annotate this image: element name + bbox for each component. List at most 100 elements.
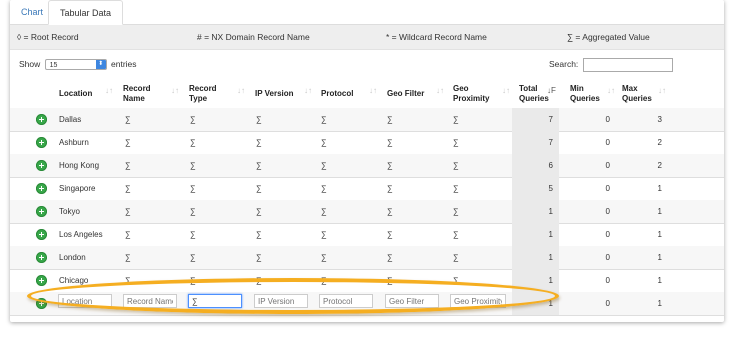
- cell-geo-filter: ∑: [387, 207, 393, 216]
- filter-geo-proximity-input[interactable]: [450, 294, 506, 308]
- filter-record-name-input[interactable]: [123, 294, 177, 308]
- entries-value: 15: [49, 62, 58, 70]
- report-panel: Chart Tabular Data ◊ = Root Record # = N…: [10, 0, 724, 322]
- cell-geo-proximity: ∑: [453, 276, 459, 285]
- cell-geo-filter: ∑: [387, 184, 393, 193]
- cell-location: Tokyo: [59, 207, 80, 216]
- col-label: Min Queries: [570, 84, 600, 103]
- plus-circle-icon[interactable]: [36, 275, 47, 286]
- cell-total-queries: 7: [512, 131, 559, 154]
- table-row: Los Angeles ∑ ∑ ∑ ∑ ∑ ∑ 1 0 1: [10, 223, 724, 247]
- cell-ip-version: ∑: [256, 138, 262, 147]
- cell-record-type: ∑: [190, 207, 196, 216]
- entries-select[interactable]: 15 ⬍: [44, 59, 107, 71]
- col-label: Max Queries: [622, 84, 652, 103]
- cell-record-name: ∑: [125, 184, 131, 193]
- col-header-geo-proximity[interactable]: Geo Proximity: [453, 79, 503, 108]
- plus-circle-icon[interactable]: [36, 183, 47, 194]
- cell-geo-proximity: ∑: [453, 161, 459, 170]
- show-label: Show: [19, 59, 41, 69]
- plus-circle-icon[interactable]: [36, 160, 47, 171]
- cell-total-queries: 1: [512, 246, 559, 269]
- sort-arrows-icon: ↓↑: [369, 86, 377, 95]
- cell-record-type: ∑: [190, 184, 196, 193]
- cell-record-name: ∑: [125, 161, 131, 170]
- cell-geo-filter: ∑: [387, 115, 393, 124]
- cell-record-type: ∑: [190, 115, 196, 124]
- col-label: Protocol: [321, 88, 354, 98]
- col-header-record-type[interactable]: Record Type: [189, 79, 231, 108]
- filter-geo-filter-input[interactable]: [385, 294, 439, 308]
- col-header-max-queries[interactable]: Max Queries: [622, 79, 662, 108]
- cell-geo-proximity: ∑: [453, 138, 459, 147]
- cell-record-name: ∑: [125, 115, 131, 124]
- plus-circle-icon[interactable]: [36, 206, 47, 217]
- search-input[interactable]: [582, 57, 673, 72]
- cell-ip-version: ∑: [256, 276, 262, 285]
- cell-total-queries: 1: [512, 269, 559, 292]
- col-header-record-name[interactable]: Record Name: [123, 79, 165, 108]
- entries-control: Show 15 ⬍ entries: [19, 57, 137, 71]
- sort-arrows-icon: ↓↑: [436, 86, 444, 95]
- cell-total-queries: 7: [512, 108, 559, 131]
- cell-ip-version: ∑: [256, 115, 262, 124]
- filter-ip-version-input[interactable]: [254, 294, 308, 308]
- cell-protocol: ∑: [321, 161, 327, 170]
- cell-record-name: ∑: [125, 253, 131, 262]
- filter-protocol-input[interactable]: [319, 294, 373, 308]
- plus-circle-icon[interactable]: [36, 137, 47, 148]
- table-row: Tokyo ∑ ∑ ∑ ∑ ∑ ∑ 1 0 1: [10, 200, 724, 224]
- sort-desc-icon: ↓F: [547, 86, 556, 95]
- chevron-updown-icon: ⬍: [95, 60, 106, 70]
- col-label: Record Type: [189, 84, 217, 103]
- plus-circle-icon[interactable]: [36, 229, 47, 240]
- cell-ip-version: ∑: [256, 184, 262, 193]
- search-label: Search:: [549, 59, 579, 69]
- plus-circle-icon[interactable]: [36, 252, 47, 263]
- legend-bar: ◊ = Root Record # = NX Domain Record Nam…: [10, 25, 724, 50]
- col-label: Geo Filter: [387, 88, 425, 98]
- col-header-min-queries[interactable]: Min Queries: [570, 79, 610, 108]
- legend-aggregated: ∑ = Aggregated Value: [567, 32, 650, 42]
- col-header-geo-filter[interactable]: Geo Filter: [387, 79, 443, 108]
- cell-protocol: ∑: [321, 230, 327, 239]
- tab-tabular-data[interactable]: Tabular Data: [48, 0, 124, 25]
- filter-location-input[interactable]: [58, 294, 112, 308]
- col-label: IP Version: [255, 88, 294, 98]
- plus-circle-icon[interactable]: [36, 114, 47, 125]
- column-filter-row: [10, 293, 724, 311]
- cell-geo-proximity: ∑: [453, 230, 459, 239]
- cell-geo-filter: ∑: [387, 253, 393, 262]
- cell-location: Hong Kong: [59, 161, 100, 170]
- cell-record-type: ∑: [190, 276, 196, 285]
- sort-arrows-icon: ↓↑: [171, 86, 179, 95]
- cell-total-queries: 5: [512, 177, 559, 200]
- sort-arrows-icon: ↓↑: [502, 86, 510, 95]
- cell-record-type: ∑: [190, 253, 196, 262]
- cell-max-queries: 1: [657, 276, 662, 285]
- table-row: Dallas ∑ ∑ ∑ ∑ ∑ ∑ 7 0 3: [10, 108, 724, 132]
- cell-record-type: ∑: [190, 230, 196, 239]
- cell-location: Ashburn: [59, 138, 89, 147]
- cell-total-queries: 6: [512, 154, 559, 177]
- cell-geo-filter: ∑: [387, 230, 393, 239]
- cell-ip-version: ∑: [256, 207, 262, 216]
- cell-record-name: ∑: [125, 230, 131, 239]
- cell-min-queries: 0: [605, 230, 610, 239]
- cell-total-queries: 1: [512, 200, 559, 223]
- legend-nx-domain: # = NX Domain Record Name: [197, 32, 310, 42]
- filter-record-type-input[interactable]: [188, 294, 242, 308]
- cell-min-queries: 0: [605, 184, 610, 193]
- cell-max-queries: 1: [657, 207, 662, 216]
- legend-wildcard: * = Wildcard Record Name: [386, 32, 487, 42]
- cell-geo-proximity: ∑: [453, 184, 459, 193]
- col-label: Geo Proximity: [453, 84, 490, 103]
- table-row: Ashburn ∑ ∑ ∑ ∑ ∑ ∑ 7 0 2: [10, 131, 724, 155]
- table-row: Chicago ∑ ∑ ∑ ∑ ∑ ∑ 1 0 1: [10, 269, 724, 293]
- entries-label: entries: [111, 59, 137, 69]
- cell-max-queries: 1: [657, 184, 662, 193]
- cell-min-queries: 0: [605, 161, 610, 170]
- cell-location: Chicago: [59, 276, 89, 285]
- cell-protocol: ∑: [321, 253, 327, 262]
- sort-arrows-icon: ↓↑: [607, 86, 615, 95]
